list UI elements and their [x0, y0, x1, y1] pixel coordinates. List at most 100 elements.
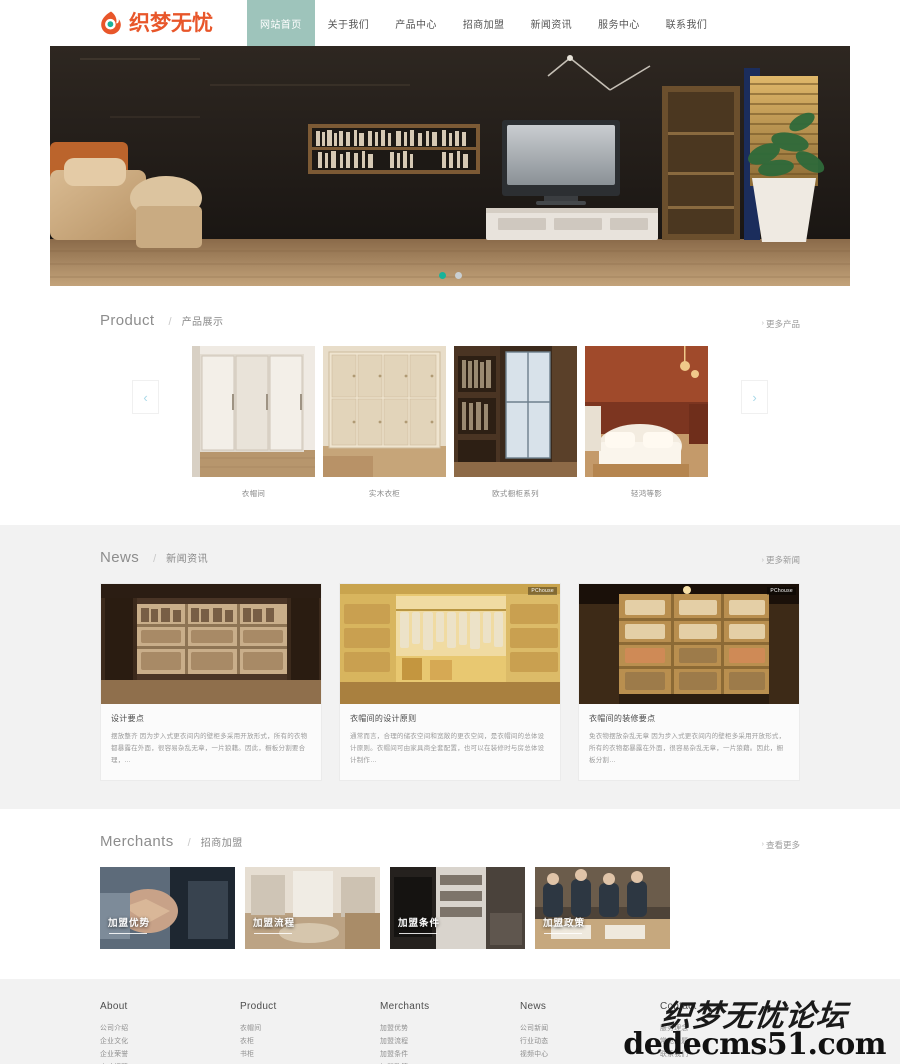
merchants-heading-en: Merchants [100, 833, 174, 851]
nav-item-about[interactable]: 关于我们 [315, 0, 383, 46]
nav-item-home[interactable]: 网站首页 [247, 0, 315, 46]
footer-column-title: Contact [660, 1000, 697, 1012]
news-description: 摆放整齐 因为步入式更衣间内的壁柜多采用开放形式，所有的衣物都暴露在外面，很容易… [111, 733, 308, 765]
carousel-dot-2[interactable] [454, 272, 462, 279]
merchant-label: 加盟条件 [398, 917, 441, 929]
merchant-card[interactable]: 加盟条件 [390, 866, 525, 949]
merchant-image [535, 866, 670, 949]
merchant-card[interactable]: 加盟流程 [245, 866, 380, 949]
footer-link[interactable]: 公司新闻 [520, 1022, 660, 1035]
news-body: 衣帽间的设计原则 通常而言，合理的储衣空间和宽敞的更衣空间，是衣帽间的总体设计原… [340, 704, 560, 780]
footer-link[interactable]: 衣帽间 [240, 1022, 380, 1035]
merchants-section-header: Merchants / 招商加盟 › 查看更多 [100, 833, 800, 851]
news-section-header: News / 新闻资讯 › 更多新闻 [100, 549, 800, 567]
merchant-label: 加盟优势 [108, 917, 151, 929]
footer-column-contact: Contact 服务理念 常见问题 联系我们 [660, 1001, 800, 1064]
image-watermark-badge: PChouse [528, 587, 557, 595]
chevron-right-icon: › [752, 389, 757, 405]
product-prev-button[interactable]: ‹ [132, 380, 159, 414]
product-heading-cn: 产品展示 [181, 317, 224, 328]
footer-link[interactable]: 行业动态 [520, 1035, 660, 1048]
footer-column-product: Product 衣帽间 衣柜 书柜 [240, 1001, 380, 1064]
site-footer: About 公司介绍 企业文化 企业荣誉 人才招聘 Product 衣帽间 衣柜… [0, 978, 900, 1064]
nav-item-merchants[interactable]: 招商加盟 [450, 0, 518, 46]
footer-columns: About 公司介绍 企业文化 企业荣誉 人才招聘 Product 衣帽间 衣柜… [100, 1001, 800, 1064]
footer-link[interactable]: 书柜 [240, 1048, 380, 1061]
merchant-label: 加盟流程 [253, 917, 296, 929]
main-navigation: 网站首页 关于我们 产品中心 招商加盟 新闻资讯 服务中心 联系我们 [247, 0, 720, 46]
news-list: 设计要点 摆放整齐 因为步入式更衣间内的壁柜多采用开放形式，所有的衣物都暴露在外… [100, 583, 800, 782]
hero-banner[interactable] [50, 46, 850, 286]
news-title[interactable]: 衣帽间的装修要点 [589, 713, 789, 724]
news-more-link[interactable]: › 更多新闻 [762, 554, 800, 566]
product-image [454, 345, 577, 477]
footer-link[interactable]: 服务理念 [660, 1022, 800, 1035]
footer-column-title: About [100, 1000, 128, 1012]
product-more-link[interactable]: › 更多产品 [762, 318, 800, 330]
product-card[interactable]: 衣帽间 [192, 345, 315, 499]
merchants-more-link[interactable]: › 查看更多 [762, 839, 800, 851]
news-section: News / 新闻资讯 › 更多新闻 设计要点 摆放整齐 因为步入式更衣间内的壁… [0, 524, 900, 810]
nav-item-news[interactable]: 新闻资讯 [517, 0, 585, 46]
merchant-image [245, 866, 380, 949]
footer-link[interactable]: 加盟流程 [380, 1035, 520, 1048]
footer-link[interactable]: 企业荣誉 [100, 1048, 240, 1061]
carousel-dots [50, 272, 850, 279]
product-card[interactable]: 轻鸿等影 [585, 345, 708, 499]
footer-column-title: Merchants [380, 1000, 430, 1012]
product-heading-en: Product [100, 312, 155, 329]
footer-column-title: News [520, 1000, 547, 1012]
nav-item-contact[interactable]: 联系我们 [653, 0, 721, 46]
chevron-right-icon: › [761, 841, 764, 849]
footer-column-news: News 公司新闻 行业动态 视频中心 [520, 1001, 660, 1064]
footer-link[interactable]: 公司介绍 [100, 1022, 240, 1035]
news-card[interactable]: PChouse 衣帽间的装修要点 免衣物摆放杂乱无章 因为步入式更衣间内的壁柜多… [578, 583, 800, 782]
chevron-right-icon: › [761, 556, 764, 564]
logo-text: 织梦无忧 [129, 10, 213, 35]
merchant-underline [399, 932, 437, 934]
product-image [323, 345, 446, 477]
footer-link[interactable]: 联系我们 [660, 1048, 800, 1061]
merchant-underline [544, 932, 582, 934]
site-logo[interactable]: 织梦无忧 [98, 0, 213, 46]
news-more-label: 更多新闻 [765, 555, 800, 565]
footer-column-merchants: Merchants 加盟优势 加盟流程 加盟条件 加盟政策 实体门店 [380, 1001, 520, 1064]
merchant-card[interactable]: 加盟优势 [100, 866, 235, 949]
footer-link[interactable]: 加盟优势 [380, 1022, 520, 1035]
chevron-right-icon: › [761, 320, 764, 327]
news-description: 免衣物摆放杂乱无章 因为步入式更衣间内的壁柜多采用开放形式，所有的衣物都暴露在外… [589, 733, 786, 765]
news-image [101, 584, 321, 704]
product-caption: 欧式橱柜系列 [492, 488, 539, 498]
homepage: 织梦无忧 网站首页 关于我们 产品中心 招商加盟 新闻资讯 服务中心 联系我们 [0, 0, 900, 1064]
footer-link[interactable]: 常见问题 [660, 1035, 800, 1048]
news-title[interactable]: 衣帽间的设计原则 [350, 713, 550, 724]
footer-column-title: Product [240, 1000, 277, 1012]
flame-logo-icon [98, 10, 124, 36]
heading-divider: / [153, 552, 157, 565]
product-card[interactable]: 实木衣柜 [323, 345, 446, 499]
product-next-button[interactable]: › [741, 380, 768, 414]
footer-link[interactable]: 视频中心 [520, 1048, 660, 1061]
news-heading-en: News [100, 548, 140, 566]
nav-item-products[interactable]: 产品中心 [382, 0, 450, 46]
news-card[interactable]: 设计要点 摆放整齐 因为步入式更衣间内的壁柜多采用开放形式，所有的衣物都暴露在外… [100, 583, 322, 782]
product-card[interactable]: 欧式橱柜系列 [454, 345, 577, 499]
product-caption: 轻鸿等影 [630, 488, 663, 498]
carousel-dot-1[interactable] [438, 272, 446, 279]
merchant-card[interactable]: 加盟政策 [535, 866, 670, 949]
footer-link[interactable]: 企业文化 [100, 1035, 240, 1048]
image-watermark-badge: PChouse [767, 587, 796, 595]
footer-link[interactable]: 衣柜 [240, 1035, 380, 1048]
merchant-label: 加盟政策 [543, 917, 586, 929]
merchants-heading-cn: 招商加盟 [200, 838, 243, 850]
merchants-list: 加盟优势 加盟流程 加盟条件 加盟政策 [100, 866, 800, 949]
news-title[interactable]: 设计要点 [111, 713, 311, 724]
footer-link[interactable]: 加盟条件 [380, 1048, 520, 1061]
merchant-image [100, 866, 235, 949]
news-description: 通常而言，合理的储衣空间和宽敞的更衣空间，是衣帽间的总体设计原则。衣帽间可由家具… [350, 733, 545, 765]
heading-divider: / [187, 837, 191, 850]
nav-item-service[interactable]: 服务中心 [585, 0, 653, 46]
footer-column-about: About 公司介绍 企业文化 企业荣誉 人才招聘 [100, 1001, 240, 1064]
news-heading-cn: 新闻资讯 [166, 553, 209, 565]
news-card[interactable]: PChouse 衣帽间的设计原则 通常而言，合理的储衣空间和宽敞的更衣空间，是衣… [339, 583, 561, 782]
